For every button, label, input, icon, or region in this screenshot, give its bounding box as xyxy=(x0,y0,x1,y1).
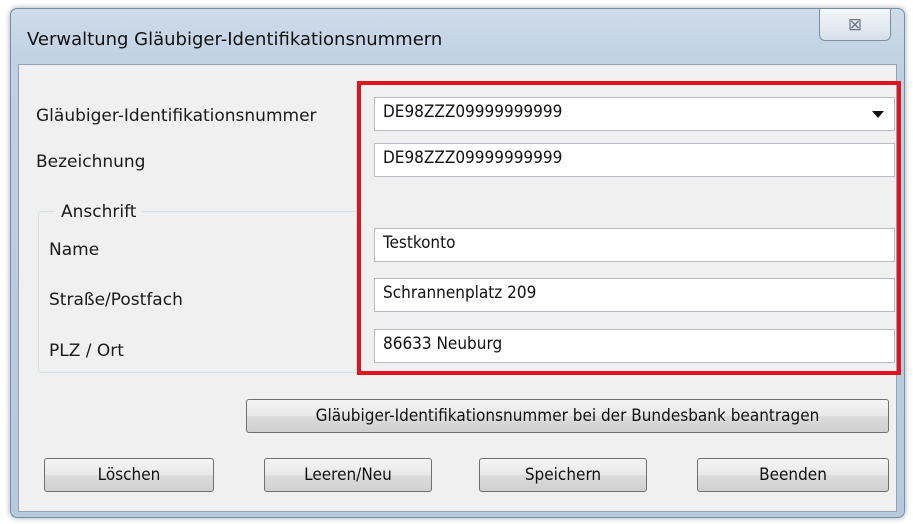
plz-ort-value: 86633 Neuburg xyxy=(383,334,503,354)
dialog-window: Verwaltung Gläubiger-Identifikationsnumm… xyxy=(10,8,905,518)
name-label: Name xyxy=(49,240,100,260)
plz-ort-label: PLZ / Ort xyxy=(49,341,124,361)
strasse-value: Schrannenplatz 209 xyxy=(383,283,537,303)
speichern-button[interactable]: Speichern xyxy=(479,458,647,492)
dropdown-arrow-icon[interactable] xyxy=(872,111,884,118)
glaeubiger-id-combobox[interactable]: DE98ZZZ09999999999 xyxy=(374,97,895,131)
strasse-label: Straße/Postfach xyxy=(49,290,183,310)
bezeichnung-value: DE98ZZZ09999999999 xyxy=(383,148,563,168)
glaeubiger-id-label: Gläubiger-Identifikationsnummer xyxy=(36,106,317,126)
leeren-neu-button[interactable]: Leeren/Neu xyxy=(264,458,432,492)
name-value: Testkonto xyxy=(383,233,456,253)
bezeichnung-field[interactable]: DE98ZZZ09999999999 xyxy=(374,143,895,177)
window-title: Verwaltung Gläubiger-Identifikationsnumm… xyxy=(27,29,443,50)
strasse-field[interactable]: Schrannenplatz 209 xyxy=(374,278,895,312)
dialog-client-area: Gläubiger-Identifikationsnummer DE98ZZZ0… xyxy=(18,64,897,512)
plz-ort-field[interactable]: 86633 Neuburg xyxy=(374,329,895,363)
close-icon: ⊠ xyxy=(847,14,863,35)
name-field[interactable]: Testkonto xyxy=(374,228,895,262)
glaeubiger-id-value: DE98ZZZ09999999999 xyxy=(383,102,563,122)
bezeichnung-label: Bezeichnung xyxy=(36,152,146,172)
anschrift-legend: Anschrift xyxy=(55,202,143,222)
bundesbank-beantragen-button[interactable]: Gläubiger-Identifikationsnummer bei der … xyxy=(246,399,889,433)
close-button[interactable]: ⊠ xyxy=(819,9,891,41)
loeschen-button[interactable]: Löschen xyxy=(44,458,214,492)
beenden-button[interactable]: Beenden xyxy=(697,458,889,492)
